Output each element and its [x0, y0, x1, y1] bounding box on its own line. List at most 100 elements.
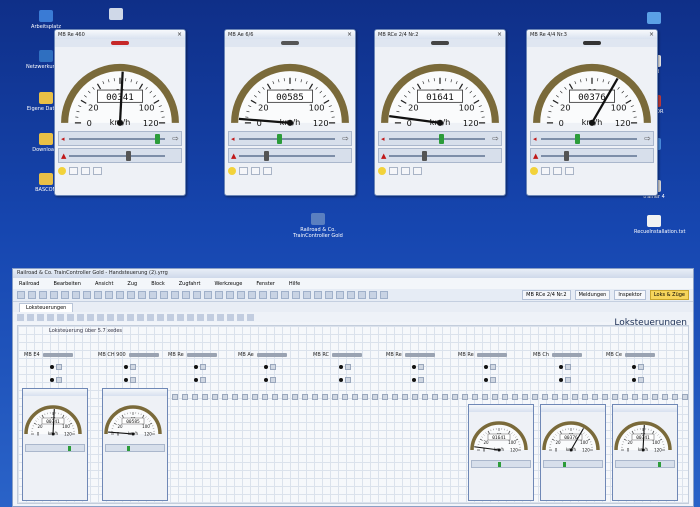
- function-button[interactable]: [502, 394, 508, 400]
- toolbar-button-icon[interactable]: [292, 291, 300, 299]
- function-button[interactable]: [552, 394, 558, 400]
- toolbar-button-icon[interactable]: [248, 291, 256, 299]
- toolbar-button-icon[interactable]: [171, 291, 179, 299]
- function-button[interactable]: [339, 377, 351, 383]
- light-bulb-icon[interactable]: [228, 167, 236, 175]
- function-button[interactable]: [342, 394, 348, 400]
- light-bulb-icon[interactable]: [530, 167, 538, 175]
- direction-arrow-icon[interactable]: ◂: [381, 135, 385, 143]
- function-button[interactable]: [242, 394, 248, 400]
- function-button[interactable]: [322, 394, 328, 400]
- function-button[interactable]: [592, 394, 598, 400]
- function-button[interactable]: [559, 364, 571, 370]
- direction-right-icon[interactable]: ⇨: [644, 134, 651, 143]
- secondary-tool-icon[interactable]: [217, 313, 224, 321]
- slider-knob[interactable]: [438, 134, 444, 144]
- function-button[interactable]: [632, 364, 644, 370]
- toolbar-button-icon[interactable]: [39, 291, 47, 299]
- function-button[interactable]: [484, 377, 496, 383]
- close-icon[interactable]: ×: [177, 31, 182, 38]
- function-button[interactable]: [542, 394, 548, 400]
- function-button[interactable]: [172, 394, 178, 400]
- brake-slider[interactable]: ▲: [378, 148, 502, 163]
- secondary-tool-icon[interactable]: [177, 313, 184, 321]
- toolbar-toggle-button[interactable]: MB RCe 2/4 Nr.2: [522, 290, 571, 300]
- direction-right-icon[interactable]: ⇨: [342, 134, 349, 143]
- direction-arrow-icon[interactable]: ◂: [231, 135, 235, 143]
- function-key[interactable]: [553, 167, 562, 175]
- function-button[interactable]: [632, 377, 644, 383]
- function-key[interactable]: [263, 167, 272, 175]
- secondary-tool-icon[interactable]: [167, 313, 174, 321]
- menu-item[interactable]: Railroad: [19, 281, 39, 287]
- function-key[interactable]: [413, 167, 422, 175]
- toolbar-button-icon[interactable]: [83, 291, 91, 299]
- function-button[interactable]: [632, 394, 638, 400]
- secondary-tool-icon[interactable]: [197, 313, 204, 321]
- toolbar-button-icon[interactable]: [259, 291, 267, 299]
- function-button[interactable]: [292, 394, 298, 400]
- slider-knob[interactable]: [276, 134, 282, 144]
- secondary-tool-icon[interactable]: [27, 313, 34, 321]
- toolbar-button-icon[interactable]: [303, 291, 311, 299]
- secondary-tool-icon[interactable]: [67, 313, 74, 321]
- secondary-tool-icon[interactable]: [97, 313, 104, 321]
- function-button[interactable]: [522, 394, 528, 400]
- loco-symbol[interactable]: MB E4: [24, 351, 73, 358]
- function-button[interactable]: [642, 394, 648, 400]
- speed-slider[interactable]: ◂ ⇨: [228, 131, 352, 146]
- function-button[interactable]: [264, 364, 276, 370]
- light-bulb-icon[interactable]: [58, 167, 66, 175]
- function-button[interactable]: [194, 364, 206, 370]
- speed-slider[interactable]: ◂ ⇨: [58, 131, 182, 146]
- toolbar-button-icon[interactable]: [116, 291, 124, 299]
- function-key[interactable]: [251, 167, 260, 175]
- toolbar-toggle-button[interactable]: Loks & Züge: [649, 290, 689, 300]
- slider-knob[interactable]: [154, 134, 160, 144]
- menu-item[interactable]: Zugfahrt: [179, 281, 201, 287]
- toolbar-button-icon[interactable]: [226, 291, 234, 299]
- toolbar-button-icon[interactable]: [204, 291, 212, 299]
- secondary-tool-icon[interactable]: [137, 313, 144, 321]
- loco-symbol[interactable]: MB Ae: [238, 351, 287, 358]
- toolbar-button-icon[interactable]: [105, 291, 113, 299]
- function-button[interactable]: [492, 394, 498, 400]
- toolbar-button-icon[interactable]: [215, 291, 223, 299]
- menu-item[interactable]: Ansicht: [95, 281, 113, 287]
- menu-item[interactable]: Werkzeuge: [215, 281, 243, 287]
- toolbar-button-icon[interactable]: [336, 291, 344, 299]
- brake-slider[interactable]: ▲: [530, 148, 654, 163]
- loco-symbol[interactable]: MB Re: [386, 351, 435, 358]
- toolbar-button-icon[interactable]: [182, 291, 190, 299]
- secondary-tool-icon[interactable]: [117, 313, 124, 321]
- function-button[interactable]: [332, 394, 338, 400]
- loco-symbol[interactable]: MB Ce: [606, 351, 655, 358]
- function-button[interactable]: [362, 394, 368, 400]
- secondary-tool-icon[interactable]: [47, 313, 54, 321]
- toolbar-button-icon[interactable]: [325, 291, 333, 299]
- function-button[interactable]: [422, 394, 428, 400]
- toolbar-button-icon[interactable]: [127, 291, 135, 299]
- toolbar-button-icon[interactable]: [94, 291, 102, 299]
- secondary-tool-icon[interactable]: [77, 313, 84, 321]
- toolbar-button-icon[interactable]: [347, 291, 355, 299]
- function-button[interactable]: [264, 377, 276, 383]
- secondary-tool-icon[interactable]: [17, 313, 24, 321]
- function-button[interactable]: [124, 377, 136, 383]
- function-button[interactable]: [302, 394, 308, 400]
- desktop-icon[interactable]: RecueInstallation.txt: [634, 215, 685, 235]
- function-button[interactable]: [192, 394, 198, 400]
- function-button[interactable]: [412, 364, 424, 370]
- brake-slider[interactable]: ▲: [58, 148, 182, 163]
- function-button[interactable]: [652, 394, 658, 400]
- slider-knob[interactable]: [498, 462, 501, 467]
- direction-right-icon[interactable]: ⇨: [172, 134, 179, 143]
- toolbar-button-icon[interactable]: [270, 291, 278, 299]
- secondary-tool-icon[interactable]: [87, 313, 94, 321]
- desktop-icon[interactable]: [96, 8, 136, 22]
- function-button[interactable]: [672, 394, 678, 400]
- function-key[interactable]: [69, 167, 78, 175]
- function-key[interactable]: [239, 167, 248, 175]
- switchboard-grid[interactable]: MB E4 MB CH 900 MB Re MB Ae MB RC MB Re MB Re M…: [17, 325, 689, 504]
- function-button[interactable]: [612, 394, 618, 400]
